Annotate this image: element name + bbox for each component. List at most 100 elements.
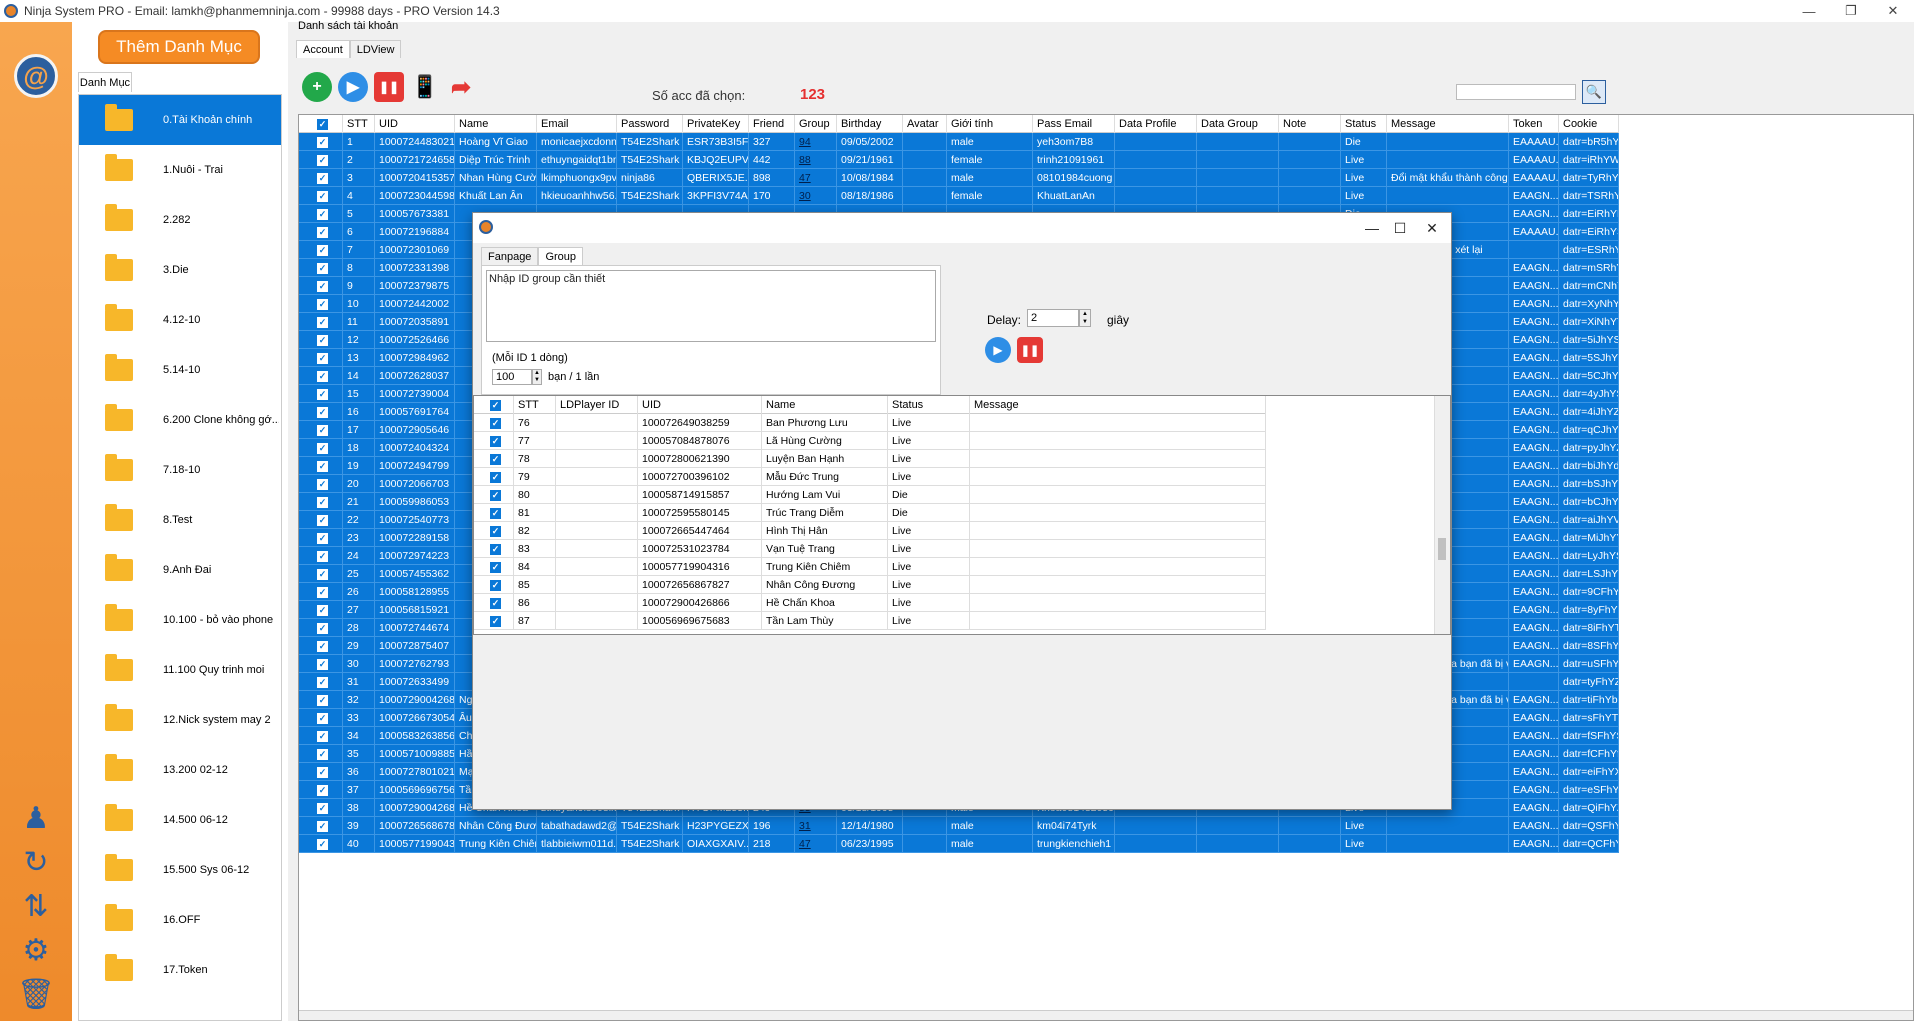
- close-icon[interactable]: ✕: [1872, 0, 1914, 22]
- add-icon[interactable]: +: [302, 72, 332, 102]
- row-checkbox[interactable]: ✓: [299, 745, 343, 763]
- category-item[interactable]: 13.200 02-12: [79, 745, 281, 795]
- row-checkbox[interactable]: ✓: [299, 547, 343, 565]
- row-checkbox[interactable]: ✓: [299, 781, 343, 799]
- search-input[interactable]: [1456, 84, 1576, 100]
- delay-stepper[interactable]: ▲ ▼: [1079, 309, 1091, 327]
- category-item[interactable]: 14.500 06-12: [79, 795, 281, 845]
- dialog-column-header[interactable]: UID: [638, 396, 762, 414]
- tab-account[interactable]: Account: [296, 40, 350, 58]
- dialog-maximize-icon[interactable]: ☐: [1385, 217, 1415, 239]
- quantity-stepper[interactable]: ▲ ▼: [532, 369, 542, 385]
- column-header[interactable]: Birthday: [837, 115, 903, 133]
- column-header[interactable]: Giới tính: [947, 115, 1033, 133]
- column-header[interactable]: Token: [1509, 115, 1559, 133]
- row-checkbox[interactable]: ✓: [299, 619, 343, 637]
- dialog-table-row[interactable]: ✓ 77 100057084878076 Lã Hùng Cường Live: [474, 432, 1266, 450]
- table-row[interactable]: ✓2100072172465814Diệp Trúc Trinhethuynga…: [299, 151, 1619, 169]
- search-icon[interactable]: 🔍: [1582, 80, 1606, 104]
- dialog-row-checkbox[interactable]: ✓: [474, 576, 514, 594]
- category-item[interactable]: 1.Nuôi - Trai: [79, 145, 281, 195]
- category-item[interactable]: 7.18-10: [79, 445, 281, 495]
- column-header[interactable]: Email: [537, 115, 617, 133]
- dialog-table-row[interactable]: ✓ 82 100072665447464 Hình Thị Hân Live: [474, 522, 1266, 540]
- dialog-column-header[interactable]: Name: [762, 396, 888, 414]
- table-row[interactable]: ✓39100072656867827Nhân Công Đươngtabatha…: [299, 817, 1619, 835]
- dialog-row-checkbox[interactable]: ✓: [474, 504, 514, 522]
- table-row[interactable]: ✓1100072448302108Hoàng Vĩ Giaomonicaejxc…: [299, 133, 1619, 151]
- row-checkbox[interactable]: ✓: [299, 259, 343, 277]
- row-checkbox[interactable]: ✓: [299, 277, 343, 295]
- dialog-row-checkbox[interactable]: ✓: [474, 522, 514, 540]
- select-all-checkbox[interactable]: ✓: [299, 115, 343, 133]
- row-checkbox[interactable]: ✓: [299, 331, 343, 349]
- dialog-table-row[interactable]: ✓ 87 100056969675683 Tần Lam Thùy Live: [474, 612, 1266, 630]
- table-cell[interactable]: 47: [795, 169, 837, 187]
- row-checkbox[interactable]: ✓: [299, 421, 343, 439]
- row-checkbox[interactable]: ✓: [299, 817, 343, 835]
- column-header[interactable]: STT: [343, 115, 375, 133]
- category-item[interactable]: 9.Anh Đai: [79, 545, 281, 595]
- horizontal-scrollbar[interactable]: [299, 1010, 1913, 1020]
- category-item[interactable]: 15.500 Sys 06-12: [79, 845, 281, 895]
- column-header[interactable]: Note: [1279, 115, 1341, 133]
- row-checkbox[interactable]: ✓: [299, 169, 343, 187]
- dialog-play-icon[interactable]: ▶: [985, 337, 1011, 363]
- table-cell[interactable]: 47: [795, 835, 837, 853]
- row-checkbox[interactable]: ✓: [299, 367, 343, 385]
- table-cell[interactable]: 94: [795, 133, 837, 151]
- dialog-column-header[interactable]: STT: [514, 396, 556, 414]
- category-item[interactable]: 12.Nick system may 2: [79, 695, 281, 745]
- category-item[interactable]: 4.12-10: [79, 295, 281, 345]
- dialog-column-header[interactable]: Message: [970, 396, 1266, 414]
- dialog-row-checkbox[interactable]: ✓: [474, 450, 514, 468]
- column-header[interactable]: UID: [375, 115, 455, 133]
- dialog-row-checkbox[interactable]: ✓: [474, 540, 514, 558]
- dialog-table-row[interactable]: ✓ 85 100072656867827 Nhân Công Đương Live: [474, 576, 1266, 594]
- delay-input[interactable]: 2: [1027, 309, 1079, 327]
- column-header[interactable]: Data Profile: [1115, 115, 1197, 133]
- table-cell[interactable]: 30: [795, 187, 837, 205]
- gear-icon[interactable]: ⚙: [14, 928, 58, 972]
- row-checkbox[interactable]: ✓: [299, 313, 343, 331]
- dialog-row-checkbox[interactable]: ✓: [474, 612, 514, 630]
- dialog-column-header[interactable]: LDPlayer ID: [556, 396, 638, 414]
- row-checkbox[interactable]: ✓: [299, 727, 343, 745]
- category-item[interactable]: 3.Die: [79, 245, 281, 295]
- category-item[interactable]: 17.Token: [79, 945, 281, 995]
- category-item[interactable]: 6.200 Clone không gớ...: [79, 395, 281, 445]
- dialog-table-row[interactable]: ✓ 83 100072531023784 Vạn Tuệ Trang Live: [474, 540, 1266, 558]
- pause-icon[interactable]: ❚❚: [374, 72, 404, 102]
- table-cell[interactable]: 88: [795, 151, 837, 169]
- row-checkbox[interactable]: ✓: [299, 475, 343, 493]
- dialog-vertical-scrollbar[interactable]: [1434, 396, 1450, 634]
- dialog-stop-icon[interactable]: ❚❚: [1017, 337, 1043, 363]
- row-checkbox[interactable]: ✓: [299, 403, 343, 421]
- row-checkbox[interactable]: ✓: [299, 223, 343, 241]
- row-checkbox[interactable]: ✓: [299, 133, 343, 151]
- sort-icon[interactable]: ⇅: [14, 884, 58, 928]
- column-header[interactable]: Pass Email: [1033, 115, 1115, 133]
- dialog-table-row[interactable]: ✓ 84 100057719904316 Trung Kiên Chiêm Live: [474, 558, 1266, 576]
- row-checkbox[interactable]: ✓: [299, 457, 343, 475]
- row-checkbox[interactable]: ✓: [299, 295, 343, 313]
- tab-group[interactable]: Group: [538, 247, 584, 265]
- cursor-icon[interactable]: ➦: [446, 72, 476, 102]
- table-row[interactable]: ✓4100072304459896Khuất Lan Ânhkieuoanhhw…: [299, 187, 1619, 205]
- dialog-row-checkbox[interactable]: ✓: [474, 468, 514, 486]
- group-id-input[interactable]: Nhập ID group cần thiết: [486, 270, 936, 342]
- quantity-input[interactable]: 100: [492, 369, 532, 385]
- column-header[interactable]: Status: [1341, 115, 1387, 133]
- tab-fanpage[interactable]: Fanpage: [481, 247, 539, 265]
- row-checkbox[interactable]: ✓: [299, 763, 343, 781]
- row-checkbox[interactable]: ✓: [299, 835, 343, 853]
- dialog-table-row[interactable]: ✓ 79 100072700396102 Mẫu Đức Trung Live: [474, 468, 1266, 486]
- dialog-row-checkbox[interactable]: ✓: [474, 594, 514, 612]
- category-item[interactable]: 2.282: [79, 195, 281, 245]
- dialog-minimize-icon[interactable]: —: [1357, 217, 1387, 239]
- row-checkbox[interactable]: ✓: [299, 385, 343, 403]
- dialog-row-checkbox[interactable]: ✓: [474, 432, 514, 450]
- row-checkbox[interactable]: ✓: [299, 655, 343, 673]
- row-checkbox[interactable]: ✓: [299, 511, 343, 529]
- column-header[interactable]: PrivateKey: [683, 115, 749, 133]
